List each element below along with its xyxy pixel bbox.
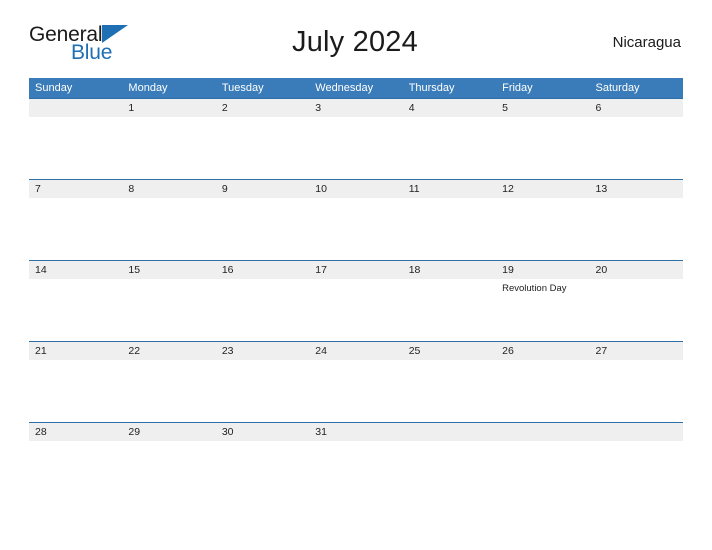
day-number: 1 bbox=[122, 99, 216, 117]
calendar-day-cell[interactable]: 11 bbox=[402, 179, 497, 261]
day-number: 20 bbox=[589, 261, 683, 279]
day-number: 23 bbox=[215, 342, 310, 360]
weekday-header-monday: Monday bbox=[122, 78, 216, 99]
day-number bbox=[402, 423, 497, 441]
day-number: 18 bbox=[402, 261, 497, 279]
calendar-day-cell[interactable]: 24 bbox=[309, 341, 403, 423]
calendar-day-cell[interactable]: 6 bbox=[589, 98, 683, 180]
day-number: 24 bbox=[309, 342, 403, 360]
weekday-header-row: Sunday Monday Tuesday Wednesday Thursday… bbox=[29, 78, 683, 99]
day-number: 29 bbox=[122, 423, 216, 441]
calendar-day-cell[interactable]: 10 bbox=[309, 179, 403, 261]
day-number: 16 bbox=[215, 261, 310, 279]
day-number: 7 bbox=[29, 180, 123, 198]
day-number: 5 bbox=[496, 99, 590, 117]
day-number: 10 bbox=[309, 180, 403, 198]
day-number bbox=[589, 423, 683, 441]
calendar-day-cell-empty bbox=[589, 422, 683, 504]
calendar-day-cell[interactable]: 15 bbox=[122, 260, 216, 342]
country-label: Nicaragua bbox=[612, 33, 681, 51]
day-number: 2 bbox=[215, 99, 310, 117]
day-number: 4 bbox=[402, 99, 497, 117]
calendar-day-cell[interactable]: 8 bbox=[122, 179, 216, 261]
calendar-day-cell[interactable]: 13 bbox=[589, 179, 683, 261]
day-number: 3 bbox=[309, 99, 403, 117]
calendar-week-row: 21 22 23 24 25 26 27 bbox=[29, 341, 683, 423]
day-number: 8 bbox=[122, 180, 216, 198]
logo-text-blue: Blue bbox=[71, 41, 113, 64]
calendar-day-cell[interactable]: 17 bbox=[309, 260, 403, 342]
day-number: 30 bbox=[215, 423, 310, 441]
calendar-day-cell-empty bbox=[402, 422, 497, 504]
day-number: 6 bbox=[589, 99, 683, 117]
calendar-day-cell[interactable]: 1 bbox=[122, 98, 216, 180]
calendar-day-cell[interactable]: 14 bbox=[29, 260, 123, 342]
calendar-day-cell[interactable]: 31 bbox=[309, 422, 403, 504]
calendar-body: 1 2 3 4 5 6 7 8 9 10 11 12 13 14 15 16 17 18 19 Revolution … bbox=[29, 98, 683, 504]
calendar-day-cell[interactable]: 21 bbox=[29, 341, 123, 423]
calendar-day-cell[interactable]: 30 bbox=[215, 422, 310, 504]
calendar-day-cell[interactable]: 27 bbox=[589, 341, 683, 423]
calendar-week-row: 28 29 30 31 bbox=[29, 422, 683, 504]
page-title: July 2024 bbox=[292, 25, 418, 58]
day-number: 12 bbox=[496, 180, 590, 198]
calendar-day-cell[interactable]: 28 bbox=[29, 422, 123, 504]
calendar-grid: Sunday Monday Tuesday Wednesday Thursday… bbox=[29, 78, 683, 504]
day-number: 17 bbox=[309, 261, 403, 279]
day-number: 11 bbox=[402, 180, 497, 198]
calendar-day-cell[interactable]: 26 bbox=[496, 341, 590, 423]
calendar-day-cell-empty bbox=[29, 98, 123, 180]
calendar-day-cell[interactable]: 19 Revolution Day bbox=[496, 260, 590, 342]
calendar-day-cell[interactable]: 20 bbox=[589, 260, 683, 342]
calendar-day-cell[interactable]: 29 bbox=[122, 422, 216, 504]
day-number: 21 bbox=[29, 342, 123, 360]
weekday-header-friday: Friday bbox=[496, 78, 590, 99]
day-number: 31 bbox=[309, 423, 403, 441]
holiday-event: Revolution Day bbox=[502, 283, 567, 294]
day-number bbox=[29, 99, 123, 117]
calendar-day-cell[interactable]: 23 bbox=[215, 341, 310, 423]
calendar-day-cell[interactable]: 9 bbox=[215, 179, 310, 261]
day-number: 27 bbox=[589, 342, 683, 360]
day-number: 13 bbox=[589, 180, 683, 198]
calendar-day-cell[interactable]: 22 bbox=[122, 341, 216, 423]
day-number bbox=[496, 423, 590, 441]
weekday-header-wednesday: Wednesday bbox=[309, 78, 403, 99]
page-header: General Blue July 2024 Nicaragua bbox=[29, 0, 683, 78]
calendar-day-cell[interactable]: 12 bbox=[496, 179, 590, 261]
weekday-header-sunday: Sunday bbox=[29, 78, 123, 99]
weekday-header-saturday: Saturday bbox=[589, 78, 683, 99]
day-events: Revolution Day bbox=[496, 279, 589, 295]
calendar-page: General Blue July 2024 Nicaragua Sunday … bbox=[0, 0, 712, 550]
calendar-day-cell-empty bbox=[496, 422, 590, 504]
calendar-day-cell[interactable]: 7 bbox=[29, 179, 123, 261]
calendar-day-cell[interactable]: 5 bbox=[496, 98, 590, 180]
day-number: 22 bbox=[122, 342, 216, 360]
calendar-day-cell[interactable]: 4 bbox=[402, 98, 497, 180]
day-number: 19 bbox=[496, 261, 590, 279]
generalblue-logo[interactable]: General Blue bbox=[29, 20, 209, 64]
day-number: 9 bbox=[215, 180, 310, 198]
calendar-day-cell[interactable]: 2 bbox=[215, 98, 310, 180]
day-number: 14 bbox=[29, 261, 123, 279]
calendar-week-row: 123456 bbox=[29, 98, 683, 180]
weekday-header-tuesday: Tuesday bbox=[215, 78, 310, 99]
calendar-day-cell[interactable]: 25 bbox=[402, 341, 497, 423]
day-number: 28 bbox=[29, 423, 123, 441]
calendar-day-cell[interactable]: 18 bbox=[402, 260, 497, 342]
calendar-day-cell[interactable]: 16 bbox=[215, 260, 310, 342]
day-number: 26 bbox=[496, 342, 590, 360]
calendar-week-row: 7 8 9 10 11 12 13 bbox=[29, 179, 683, 261]
weekday-header-thursday: Thursday bbox=[402, 78, 497, 99]
calendar-week-row: 14 15 16 17 18 19 Revolution Day 20 bbox=[29, 260, 683, 342]
day-number: 25 bbox=[402, 342, 497, 360]
calendar-day-cell[interactable]: 3 bbox=[309, 98, 403, 180]
day-number: 15 bbox=[122, 261, 216, 279]
